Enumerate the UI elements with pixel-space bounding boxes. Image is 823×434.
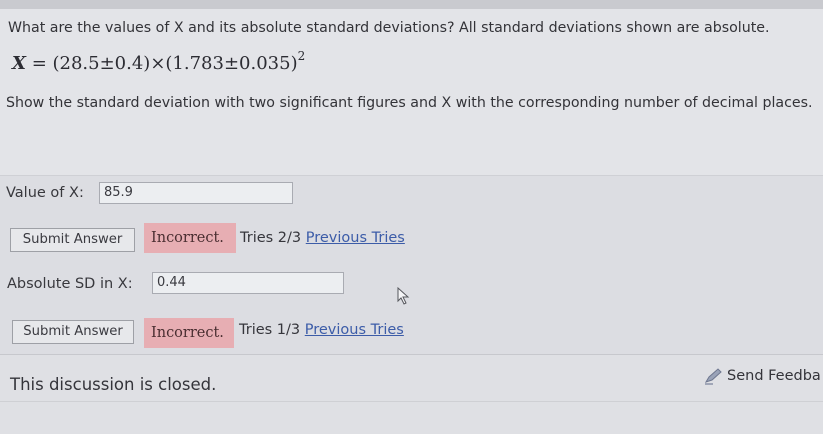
sd-x-input[interactable]: 0.44 (152, 272, 344, 294)
tries-x: Tries 2/3 Previous Tries (240, 230, 405, 246)
value-x-label: Value of X: (6, 185, 84, 201)
tries-count-sd: Tries 1/3 (239, 322, 301, 338)
discussion-panel: This discussion is closed. Send Feedba (0, 354, 823, 434)
instruction-text: Show the standard deviation with two sig… (6, 95, 813, 111)
formula-variable: X (12, 53, 26, 74)
question-panel: What are the values of X and its absolut… (0, 9, 823, 176)
incorrect-status-x: Incorrect. (144, 223, 236, 253)
formula-exponent: 2 (297, 49, 306, 63)
top-strip (0, 0, 823, 9)
value-x-input[interactable]: 85.9 (99, 182, 293, 204)
sd-x-label: Absolute SD in X: (7, 276, 133, 292)
question-text: What are the values of X and its absolut… (8, 20, 770, 36)
previous-tries-link-x[interactable]: Previous Tries (306, 230, 405, 246)
previous-tries-link-sd[interactable]: Previous Tries (305, 322, 404, 338)
tries-sd: Tries 1/3 Previous Tries (239, 322, 404, 338)
send-feedback-button[interactable]: Send Feedba (703, 367, 821, 385)
tries-count-x: Tries 2/3 (240, 230, 302, 246)
submit-answer-button-sd[interactable]: Submit Answer (12, 320, 134, 344)
incorrect-status-sd: Incorrect. (144, 318, 234, 348)
mouse-cursor-icon (397, 287, 410, 305)
send-feedback-label: Send Feedba (727, 368, 821, 384)
submit-answer-button-x[interactable]: Submit Answer (10, 228, 135, 252)
formula-expression: = (28.5±0.4)×(1.783±0.035) (25, 53, 298, 74)
discussion-closed-text: This discussion is closed. (10, 375, 217, 394)
bottom-divider (0, 401, 823, 402)
formula: X = (28.5±0.4)×(1.783±0.035)2 (12, 49, 306, 74)
pencil-feedback-icon (704, 368, 722, 385)
